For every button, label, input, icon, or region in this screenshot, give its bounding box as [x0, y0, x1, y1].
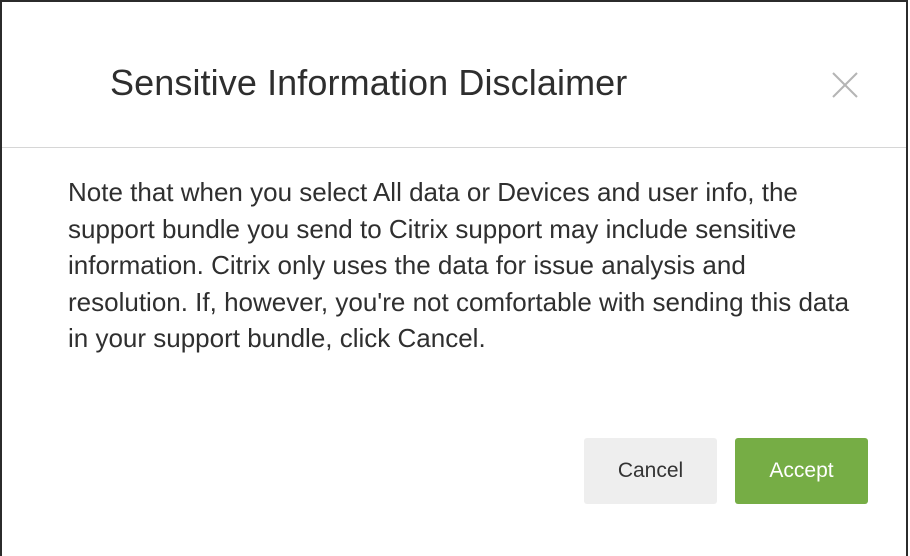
accept-button[interactable]: Accept: [735, 438, 868, 504]
cancel-button[interactable]: Cancel: [584, 438, 717, 504]
dialog-message: Note that when you select All data or De…: [68, 177, 850, 353]
sensitive-info-dialog: Sensitive Information Disclaimer Note th…: [0, 0, 908, 556]
close-button[interactable]: [828, 68, 862, 102]
dialog-title: Sensitive Information Disclaimer: [110, 62, 628, 103]
close-icon: [832, 72, 858, 98]
dialog-header: Sensitive Information Disclaimer: [2, 2, 906, 148]
